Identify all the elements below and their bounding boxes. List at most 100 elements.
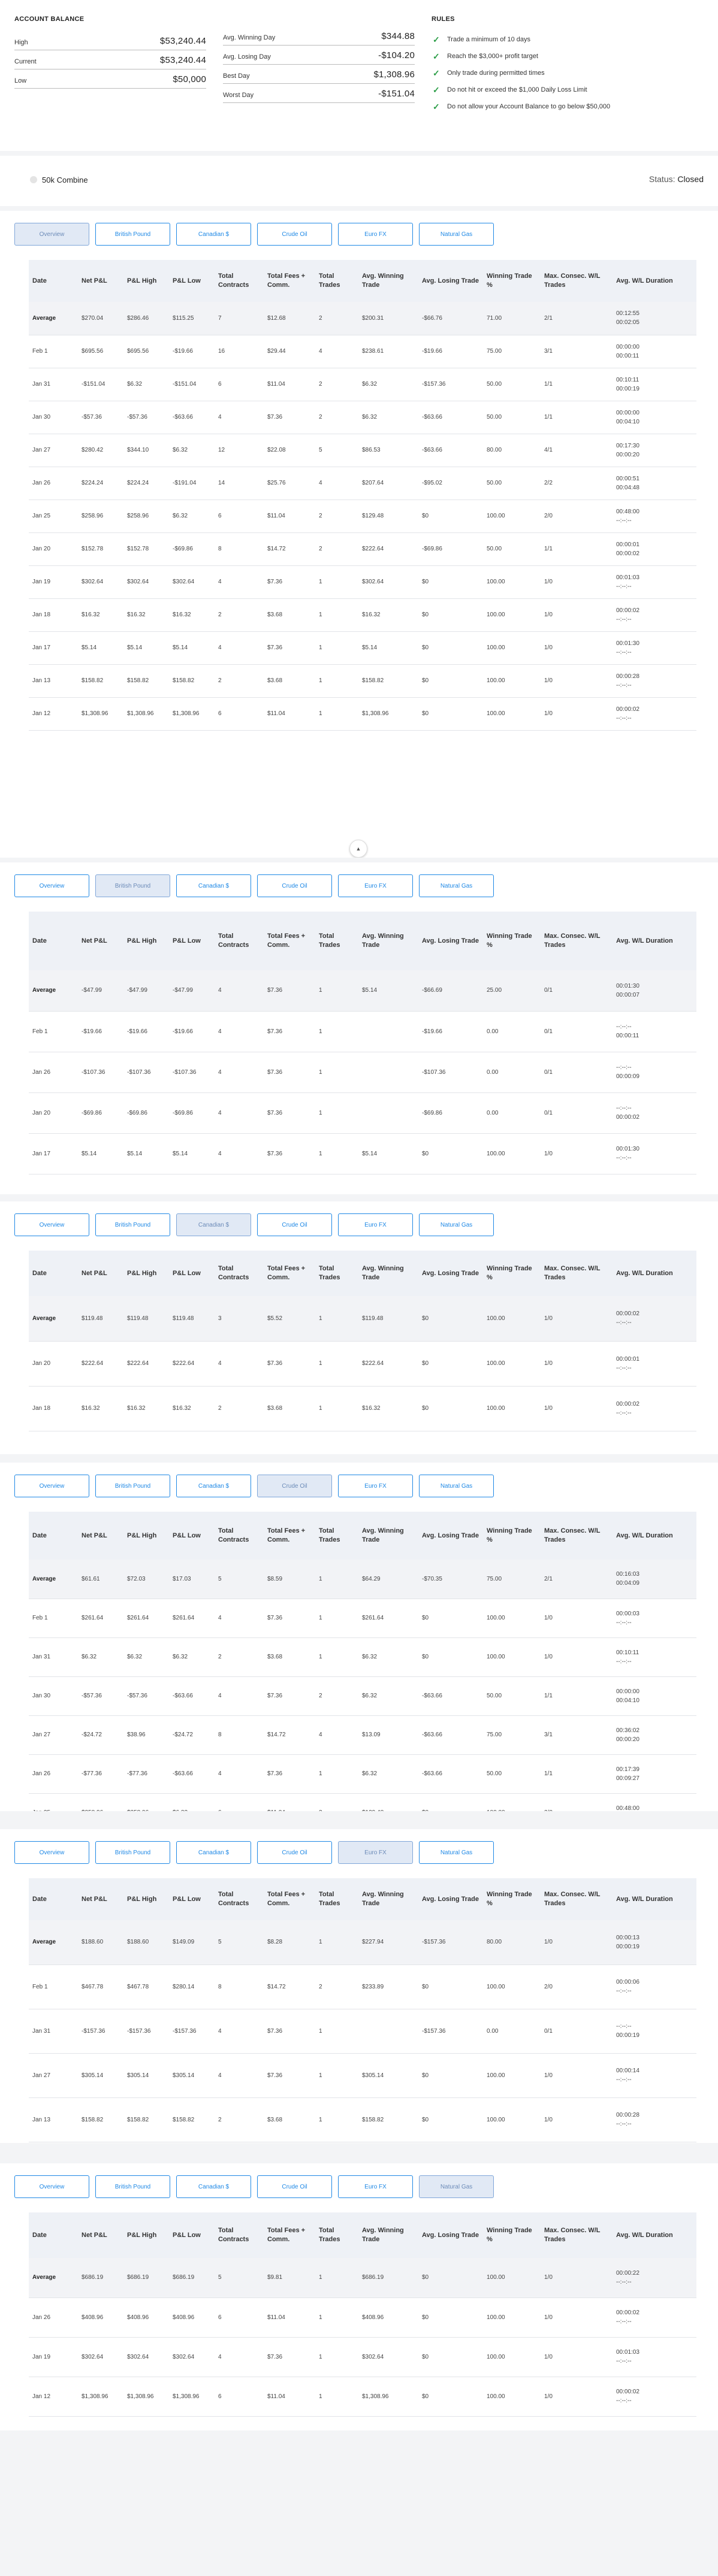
duration-loss: 00:02:05 bbox=[616, 319, 639, 326]
cell-avg-losing-trade: $0 bbox=[418, 2053, 483, 2098]
col-header-pnl-low: P&L Low bbox=[169, 1512, 215, 1560]
tab-crude-oil[interactable]: Crude Oil bbox=[257, 223, 332, 246]
cell-total-contracts: 4 bbox=[215, 970, 264, 1012]
tab-canadian-dollar[interactable]: Canadian $ bbox=[176, 874, 251, 897]
cell-net-pnl: $158.82 bbox=[78, 2097, 123, 2142]
cell-pnl-high: $158.82 bbox=[123, 2097, 169, 2142]
cell-net-pnl: $158.82 bbox=[78, 664, 123, 698]
tab-canadian-dollar[interactable]: Canadian $ bbox=[176, 1213, 251, 1236]
cell-avg-winning-trade: $305.14 bbox=[358, 2053, 418, 2098]
cell-pnl-low: -$69.86 bbox=[169, 532, 215, 566]
cell-total-trades: 5 bbox=[315, 434, 358, 467]
duration-loss: 00:00:20 bbox=[616, 451, 639, 458]
duration-loss: 00:00:07 bbox=[616, 991, 639, 998]
cell-max-consec-wl: 1/0 bbox=[541, 2097, 613, 2142]
cell-winning-trade-pct: 80.00 bbox=[483, 1920, 541, 1965]
check-icon: ✓ bbox=[433, 68, 440, 78]
col-header-net-pnl: Net P&L bbox=[78, 1512, 123, 1560]
tab-overview[interactable]: Overview bbox=[14, 223, 89, 246]
cell-pnl-high: -$47.99 bbox=[123, 970, 169, 1012]
tab-euro-fx[interactable]: Euro FX bbox=[338, 1841, 413, 1864]
tab-overview[interactable]: Overview bbox=[14, 1841, 89, 1864]
tab-crude-oil[interactable]: Crude Oil bbox=[257, 1213, 332, 1236]
cell-total-fees: $7.36 bbox=[264, 1341, 315, 1387]
tab-overview[interactable]: Overview bbox=[14, 874, 89, 897]
tab-natural-gas[interactable]: Natural Gas bbox=[419, 1475, 494, 1497]
cell-date: Jan 31 bbox=[29, 1637, 78, 1677]
instrument-section: Overview British Pound Canadian $ Crude Oil… bbox=[0, 1829, 718, 2143]
tab-british-pound[interactable]: British Pound bbox=[95, 874, 170, 897]
tab-canadian-dollar[interactable]: Canadian $ bbox=[176, 223, 251, 246]
cell-avg-winning-trade: $5.14 bbox=[358, 631, 418, 665]
cell-net-pnl: -$47.99 bbox=[78, 970, 123, 1012]
tab-crude-oil[interactable]: Crude Oil bbox=[257, 2175, 332, 2198]
cell-winning-trade-pct: 100.00 bbox=[483, 2053, 541, 2098]
cell-winning-trade-pct: 100.00 bbox=[483, 1793, 541, 1811]
tab-natural-gas[interactable]: Natural Gas bbox=[419, 874, 494, 897]
duration-win: 00:00:06 bbox=[616, 1979, 639, 1985]
tab-british-pound[interactable]: British Pound bbox=[95, 1475, 170, 1497]
cell-winning-trade-pct: 0.00 bbox=[483, 1092, 541, 1134]
cell-avg-wl-duration: 00:00:28 --:--:-- bbox=[613, 664, 696, 698]
tab-natural-gas[interactable]: Natural Gas bbox=[419, 223, 494, 246]
tab-crude-oil[interactable]: Crude Oil bbox=[257, 1475, 332, 1497]
col-header-avg-wl-duration: Avg. W/L Duration bbox=[613, 2212, 696, 2258]
cell-date: Jan 25 bbox=[29, 1793, 78, 1811]
cell-max-consec-wl: 1/0 bbox=[541, 2258, 613, 2298]
cell-total-trades: 1 bbox=[315, 2258, 358, 2298]
tab-british-pound[interactable]: British Pound bbox=[95, 1841, 170, 1864]
col-header-pnl-low: P&L Low bbox=[169, 260, 215, 302]
cell-avg-wl-duration: 00:36:02 00:00:20 bbox=[613, 1715, 696, 1755]
table-row: Jan 27 -$24.72 $38.96 -$24.72 8 $14.72 4 $13.09… bbox=[29, 1715, 696, 1755]
tab-overview[interactable]: Overview bbox=[14, 2175, 89, 2198]
tab-euro-fx[interactable]: Euro FX bbox=[338, 874, 413, 897]
cell-net-pnl: $5.14 bbox=[78, 631, 123, 665]
duration-loss: 00:04:10 bbox=[616, 418, 639, 425]
duration-loss: --:--:-- bbox=[616, 715, 632, 722]
tab-natural-gas[interactable]: Natural Gas bbox=[419, 1213, 494, 1236]
cell-pnl-low: -$19.66 bbox=[169, 335, 215, 368]
tab-overview[interactable]: Overview bbox=[14, 1213, 89, 1236]
average-row: Average -$47.99 -$47.99 -$47.99 4 $7.36 1 $5.14… bbox=[29, 970, 696, 1012]
cell-total-fees: $9.81 bbox=[264, 2258, 315, 2298]
tab-euro-fx[interactable]: Euro FX bbox=[338, 2175, 413, 2198]
col-header-total-fees: Total Fees + Comm. bbox=[264, 912, 315, 970]
tab-canadian-dollar[interactable]: Canadian $ bbox=[176, 1841, 251, 1864]
cell-date: Jan 27 bbox=[29, 2053, 78, 2098]
cell-pnl-low: $119.48 bbox=[169, 1296, 215, 1342]
tab-natural-gas[interactable]: Natural Gas bbox=[419, 1841, 494, 1864]
cell-max-consec-wl: 1/1 bbox=[541, 1754, 613, 1794]
cell-pnl-high: $467.78 bbox=[123, 1964, 169, 2009]
cell-max-consec-wl: 0/1 bbox=[541, 1092, 613, 1134]
cell-net-pnl: $152.78 bbox=[78, 532, 123, 566]
table-row: Feb 1 -$19.66 -$19.66 -$19.66 4 $7.36 1 -$19.66… bbox=[29, 1011, 696, 1052]
tab-euro-fx[interactable]: Euro FX bbox=[338, 223, 413, 246]
cell-avg-wl-duration: 00:00:00 00:04:10 bbox=[613, 401, 696, 434]
cell-pnl-high: -$57.36 bbox=[123, 401, 169, 434]
tab-british-pound[interactable]: British Pound bbox=[95, 1213, 170, 1236]
cell-total-contracts: 4 bbox=[215, 631, 264, 665]
cell-net-pnl: -$24.72 bbox=[78, 1715, 123, 1755]
cell-total-fees: $14.72 bbox=[264, 1964, 315, 2009]
tab-canadian-dollar[interactable]: Canadian $ bbox=[176, 1475, 251, 1497]
tab-crude-oil[interactable]: Crude Oil bbox=[257, 1841, 332, 1864]
cell-total-fees: $11.04 bbox=[264, 1793, 315, 1811]
table-row: Jan 25$258.96$258.96$6.326$11.042$129.48… bbox=[29, 1793, 696, 1811]
tab-overview[interactable]: Overview bbox=[14, 1475, 89, 1497]
cell-avg-losing-trade: $0 bbox=[418, 2337, 483, 2377]
tab-euro-fx[interactable]: Euro FX bbox=[338, 1475, 413, 1497]
tab-natural-gas[interactable]: Natural Gas bbox=[419, 2175, 494, 2198]
tab-crude-oil[interactable]: Crude Oil bbox=[257, 874, 332, 897]
collapse-button[interactable]: ▲ bbox=[349, 840, 367, 858]
tab-british-pound[interactable]: British Pound bbox=[95, 223, 170, 246]
cell-max-consec-wl: 1/1 bbox=[541, 368, 613, 401]
cell-avg-losing-trade: -$95.02 bbox=[418, 467, 483, 500]
rule-item: ✓ Do not hit or exceed the $1,000 Daily L… bbox=[432, 81, 701, 98]
tab-british-pound[interactable]: British Pound bbox=[95, 2175, 170, 2198]
tab-euro-fx[interactable]: Euro FX bbox=[338, 1213, 413, 1236]
table-body: Average $188.60 $188.60 $149.09 5 $8.28 1 $227.… bbox=[29, 1920, 696, 2142]
cell-avg-wl-duration: 00:01:03 --:--:-- bbox=[613, 2337, 696, 2377]
tab-canadian-dollar[interactable]: Canadian $ bbox=[176, 2175, 251, 2198]
duration-win: 00:01:30 bbox=[616, 982, 639, 989]
account-summary: ACCOUNT BALANCE High $53,240.44 Current … bbox=[0, 0, 718, 151]
